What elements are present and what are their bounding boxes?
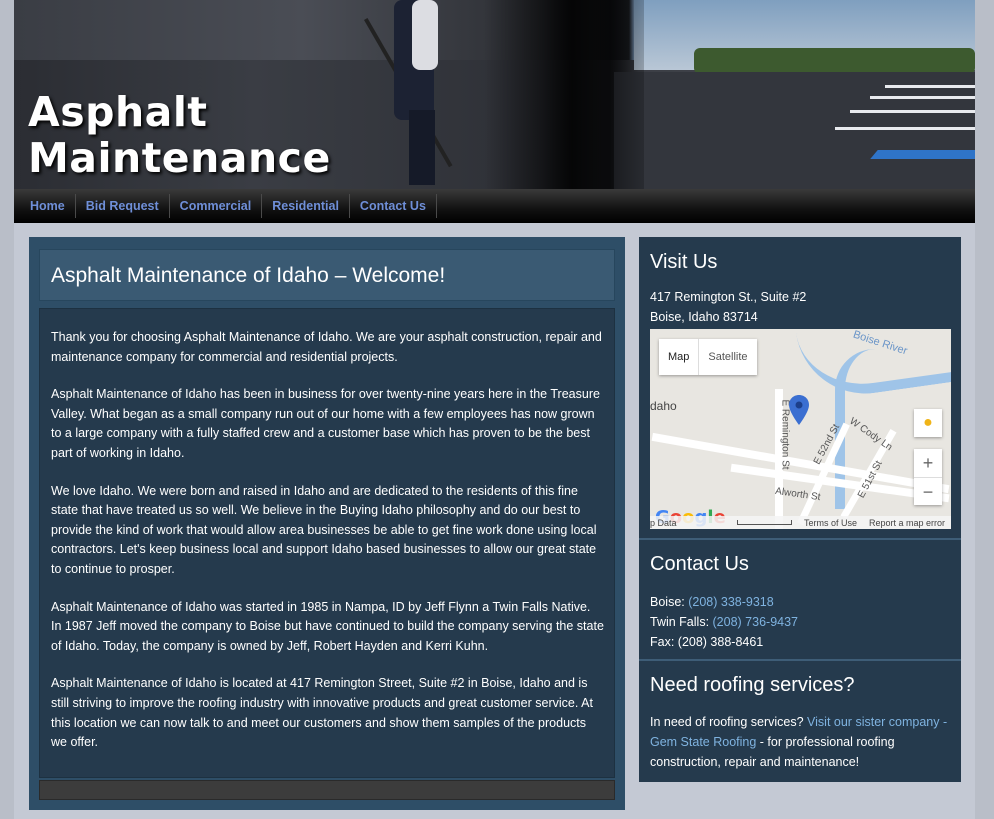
nav-commercial[interactable]: Commercial: [170, 194, 263, 218]
address-line2: Boise, Idaho 83714: [650, 310, 758, 324]
map-road: [651, 432, 950, 494]
banner-parking-lot: [614, 72, 975, 189]
roofing-box: Need roofing services? In need of roofin…: [639, 661, 961, 782]
banner-title-line1: Asphalt: [28, 88, 208, 136]
banner-title-line2: Maintenance: [28, 134, 331, 182]
twin-falls-phone-line: Twin Falls: (208) 736-9437: [650, 612, 951, 632]
header-banner: Asphalt Maintenance: [14, 0, 975, 189]
twin-falls-label: Twin Falls:: [650, 615, 713, 629]
boise-phone-link[interactable]: (208) 338-9318: [688, 595, 773, 609]
fax-line: Fax: (208) 388-8461: [650, 635, 764, 649]
worker-photo: [364, 0, 454, 185]
map-report-link[interactable]: Report a map error: [869, 518, 945, 528]
sidebar: Visit Us 417 Remington St., Suite #2 Boi…: [639, 237, 961, 782]
map-label-idaho: daho: [650, 399, 677, 413]
paragraph: We love Idaho. We were born and raised i…: [51, 483, 597, 576]
contact-us-box: Contact Us Boise: (208) 338-9318 Twin Fa…: [639, 540, 961, 661]
map-scale-bar: [736, 520, 792, 525]
google-map[interactable]: Boise River daho E Remington St E 52nd S…: [650, 329, 951, 529]
address-line1: 417 Remington St., Suite #2: [650, 290, 807, 304]
map-type-control: Map Satellite: [659, 339, 757, 375]
zoom-in-button[interactable]: +: [914, 449, 942, 477]
paragraph: Asphalt Maintenance of Idaho has been in…: [51, 387, 600, 460]
main-nav: Home Bid Request Commercial Residential …: [14, 189, 975, 223]
parking-stripe: [850, 110, 975, 113]
parking-blue-stripe: [870, 150, 975, 159]
paragraph: Asphalt Maintenance of Idaho was started…: [51, 599, 604, 653]
main-body: Thank you for choosing Asphalt Maintenan…: [39, 308, 615, 778]
visit-heading: Visit Us: [650, 251, 718, 273]
banner-trees: [694, 48, 975, 74]
zoom-out-button[interactable]: −: [914, 477, 942, 505]
roofing-heading: Need roofing services?: [650, 674, 855, 696]
parking-stripe: [870, 96, 975, 99]
page-margin-right: [975, 0, 994, 819]
main-footer-bar: [39, 780, 615, 800]
parking-stripe: [835, 127, 975, 130]
twin-falls-phone-link[interactable]: (208) 736-9437: [713, 615, 798, 629]
page-margin-left: [0, 0, 14, 819]
banner-title: Asphalt Maintenance: [28, 89, 331, 181]
map-footer: p Data Terms of Use Report a map error: [650, 516, 951, 529]
pegman-icon[interactable]: ●: [914, 409, 942, 437]
roofing-text-before: In need of roofing services?: [650, 715, 808, 729]
banner-shadow: [484, 0, 644, 189]
map-type-satellite-button[interactable]: Satellite: [698, 339, 756, 375]
contact-heading: Contact Us: [650, 553, 749, 575]
page-title: Asphalt Maintenance of Idaho – Welcome!: [51, 264, 446, 287]
parking-stripe: [885, 85, 975, 88]
boise-label: Boise:: [650, 595, 689, 609]
main-content: Asphalt Maintenance of Idaho – Welcome! …: [29, 237, 625, 810]
roofing-text: In need of roofing services? Visit our s…: [650, 712, 951, 772]
nav-contact-us[interactable]: Contact Us: [350, 194, 437, 218]
nav-home[interactable]: Home: [20, 194, 76, 218]
boise-phone-line: Boise: (208) 338-9318: [650, 592, 951, 612]
map-type-map-button[interactable]: Map: [659, 339, 698, 375]
visit-us-box: Visit Us 417 Remington St., Suite #2 Boi…: [639, 237, 961, 540]
map-pin-icon[interactable]: [789, 395, 809, 425]
paragraph: Thank you for choosing Asphalt Maintenan…: [51, 330, 602, 364]
nav-residential[interactable]: Residential: [262, 194, 350, 218]
map-zoom-control: + −: [914, 449, 942, 505]
nav-bid-request[interactable]: Bid Request: [76, 194, 170, 218]
map-data-attribution: p Data: [650, 517, 677, 528]
map-terms-link[interactable]: Terms of Use: [804, 518, 857, 528]
paragraph: Asphalt Maintenance of Idaho is located …: [51, 676, 593, 750]
main-header: Asphalt Maintenance of Idaho – Welcome!: [39, 249, 615, 301]
